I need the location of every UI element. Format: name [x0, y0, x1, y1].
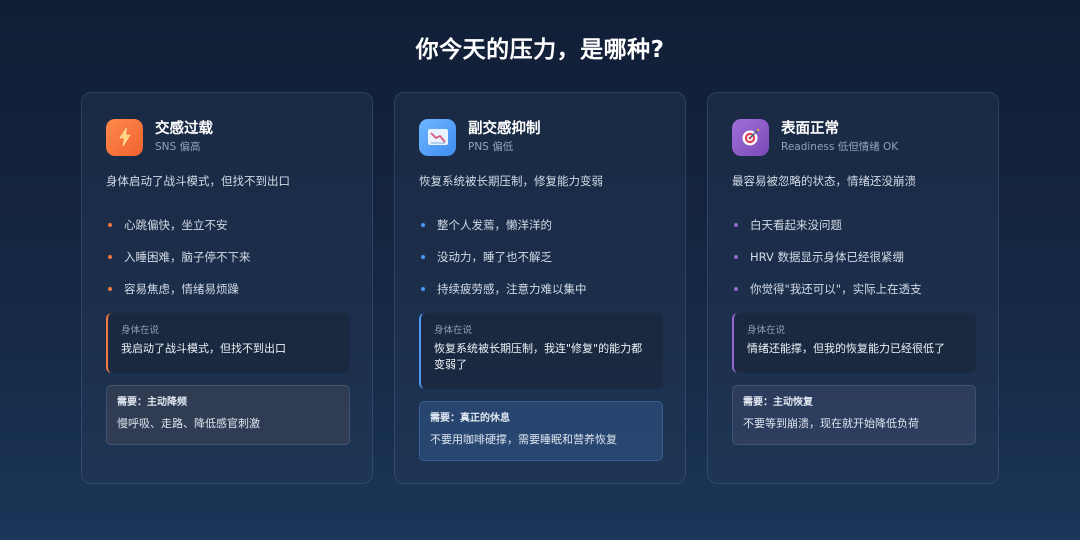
body-says-quote: 身体在说 我启动了战斗模式，但找不到出口 [106, 313, 350, 373]
list-item: 容易焦虑，情绪易烦躁 [106, 273, 356, 305]
card-surface-normal[interactable]: 表面正常 Readiness 低但情绪 OK 最容易被忽略的状态，情绪还没崩溃 … [707, 92, 999, 484]
symptom-list: 心跳偏快，坐立不安 入睡困难，脑子停不下来 容易焦虑，情绪易烦躁 [106, 209, 356, 305]
bullet-dot-icon [734, 255, 738, 259]
card-subtitle: PNS 偏低 [468, 140, 514, 153]
need-box: 需要：主动降频 慢呼吸、走路、降低感官刺激 [106, 385, 350, 445]
quote-label: 身体在说 [121, 325, 160, 336]
need-text: 不要用咖啡硬撑，需要睡眠和营养恢复 [430, 433, 617, 446]
list-item: 白天看起来没问题 [732, 209, 982, 241]
list-item: HRV 数据显示身体已经很紧绷 [732, 241, 982, 273]
list-item: 心跳偏快，坐立不安 [106, 209, 356, 241]
symptom-text: 容易焦虑，情绪易烦躁 [124, 282, 239, 296]
page-title: 你今天的压力，是哪种? [415, 37, 665, 63]
card-header: 表面正常 Readiness 低但情绪 OK [732, 118, 898, 156]
list-item: 没动力，睡了也不解乏 [419, 241, 669, 273]
card-subtitle: SNS 偏高 [155, 140, 201, 153]
quote-label: 身体在说 [434, 325, 473, 336]
card-header: 副交感抑制 PNS 偏低 [419, 118, 541, 156]
symptom-text: 白天看起来没问题 [750, 218, 842, 232]
bullet-dot-icon [421, 255, 425, 259]
quote-text: 恢复系统被长期压制，我连"修复"的能力都变弱了 [434, 342, 643, 371]
need-box: 需要：真正的休息 不要用咖啡硬撑，需要睡眠和营养恢复 [419, 401, 663, 461]
card-title: 交感过载 [155, 120, 213, 137]
bullet-dot-icon [108, 223, 112, 227]
card-description: 最容易被忽略的状态，情绪还没崩溃 [732, 174, 916, 188]
bullet-dot-icon [421, 287, 425, 291]
bullet-dot-icon [421, 223, 425, 227]
card-header: 交感过载 SNS 偏高 [106, 118, 213, 156]
bullet-dot-icon [734, 287, 738, 291]
need-box: 需要：主动恢复 不要等到崩溃，现在就开始降低负荷 [732, 385, 976, 445]
symptom-text: 整个人发蔫，懒洋洋的 [437, 218, 552, 232]
card-title: 表面正常 [781, 120, 839, 137]
need-label: 需要：主动恢复 [743, 397, 813, 408]
quote-text: 我启动了战斗模式，但找不到出口 [121, 342, 286, 355]
list-item: 持续疲劳感，注意力难以集中 [419, 273, 669, 305]
symptom-list: 整个人发蔫，懒洋洋的 没动力，睡了也不解乏 持续疲劳感，注意力难以集中 [419, 209, 669, 305]
chart-down-icon [419, 118, 456, 156]
card-title: 副交感抑制 [468, 120, 541, 137]
target-icon [732, 118, 769, 156]
symptom-text: 持续疲劳感，注意力难以集中 [437, 282, 587, 296]
need-text: 不要等到崩溃，现在就开始降低负荷 [743, 417, 919, 430]
bullet-dot-icon [108, 255, 112, 259]
card-description: 恢复系统被长期压制，修复能力变弱 [419, 174, 603, 188]
stress-type-cards: 交感过载 SNS 偏高 身体启动了战斗模式，但找不到出口 心跳偏快，坐立不安 入… [81, 92, 1001, 486]
list-item: 入睡困难，脑子停不下来 [106, 241, 356, 273]
symptom-text: HRV 数据显示身体已经很紧绷 [750, 250, 905, 264]
symptom-text: 没动力，睡了也不解乏 [437, 250, 552, 264]
need-text: 慢呼吸、走路、降低感官刺激 [117, 417, 260, 430]
body-says-quote: 身体在说 情绪还能撑，但我的恢复能力已经很低了 [732, 313, 976, 373]
symptom-list: 白天看起来没问题 HRV 数据显示身体已经很紧绷 你觉得"我还可以"，实际上在透… [732, 209, 982, 305]
need-label: 需要：真正的休息 [430, 413, 510, 424]
list-item: 整个人发蔫，懒洋洋的 [419, 209, 669, 241]
bullet-dot-icon [734, 223, 738, 227]
body-says-quote: 身体在说 恢复系统被长期压制，我连"修复"的能力都变弱了 [419, 313, 663, 389]
symptom-text: 心跳偏快，坐立不安 [124, 218, 228, 232]
need-label: 需要：主动降频 [117, 397, 187, 408]
lightning-icon [106, 118, 143, 156]
quote-label: 身体在说 [747, 325, 786, 336]
quote-text: 情绪还能撑，但我的恢复能力已经很低了 [747, 342, 945, 355]
list-item: 你觉得"我还可以"，实际上在透支 [732, 273, 982, 305]
symptom-text: 你觉得"我还可以"，实际上在透支 [750, 282, 922, 296]
bullet-dot-icon [108, 287, 112, 291]
card-description: 身体启动了战斗模式，但找不到出口 [106, 174, 290, 188]
card-subtitle: Readiness 低但情绪 OK [781, 140, 899, 153]
card-sns-overload[interactable]: 交感过载 SNS 偏高 身体启动了战斗模式，但找不到出口 心跳偏快，坐立不安 入… [81, 92, 373, 484]
card-pns-suppressed[interactable]: 副交感抑制 PNS 偏低 恢复系统被长期压制，修复能力变弱 整个人发蔫，懒洋洋的… [394, 92, 686, 484]
symptom-text: 入睡困难，脑子停不下来 [124, 250, 251, 264]
